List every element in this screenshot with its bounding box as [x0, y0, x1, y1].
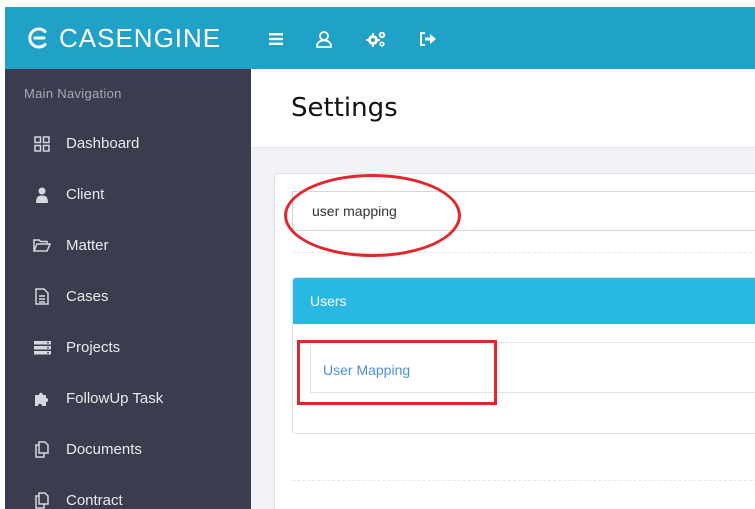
divider: [292, 252, 755, 253]
sidebar-item-label: Matter: [66, 237, 109, 254]
user-mapping-item[interactable]: User Mapping: [310, 342, 755, 393]
casengine-logo-icon: [28, 27, 47, 49]
sidebar-item-label: Cases: [66, 288, 109, 305]
sidebar-item-cases[interactable]: Cases: [5, 271, 251, 322]
users-panel: Users User Mapping: [292, 277, 755, 434]
page-header: Settings: [251, 69, 755, 148]
sidebar-item-label: Contract: [66, 492, 123, 509]
menu-icon[interactable]: [263, 26, 289, 52]
divider: [292, 480, 755, 481]
sidebar-item-dashboard[interactable]: Dashboard: [5, 118, 251, 169]
brand[interactable]: CASENGINE: [27, 22, 221, 54]
page-title: Settings: [291, 93, 398, 123]
sidebar-item-matter[interactable]: Matter: [5, 220, 251, 271]
sidebar-item-label: Client: [66, 186, 105, 203]
brand-name: CASENGINE: [59, 22, 222, 53]
copy-icon: [33, 492, 51, 509]
sidebar-item-label: Projects: [66, 339, 121, 356]
sidebar-item-label: Dashboard: [66, 135, 140, 152]
sidebar: Main Navigation Dashboard Client Matter …: [5, 69, 251, 509]
sidebar-item-projects[interactable]: Projects: [5, 322, 251, 373]
user-icon: [33, 186, 51, 204]
nav-heading: Main Navigation: [24, 86, 122, 101]
user-mapping-link[interactable]: User Mapping: [323, 362, 410, 378]
main-content: Settings Users User Mapping: [251, 69, 755, 509]
folder-open-icon: [33, 237, 51, 255]
logout-icon[interactable]: [415, 26, 441, 52]
sidebar-item-client[interactable]: Client: [5, 169, 251, 220]
sidebar-item-followup-task[interactable]: FollowUp Task: [5, 373, 251, 424]
settings-card: Users User Mapping: [274, 173, 755, 509]
server-icon: [33, 339, 51, 357]
user-icon[interactable]: [311, 26, 337, 52]
users-panel-header: Users: [293, 278, 755, 324]
puzzle-icon: [33, 390, 51, 408]
grid-icon: [33, 135, 51, 153]
sidebar-item-documents[interactable]: Documents: [5, 424, 251, 475]
copy-icon: [33, 441, 51, 459]
sidebar-item-label: Documents: [66, 441, 142, 458]
sidebar-item-label: FollowUp Task: [66, 390, 164, 407]
app-window: CASENGINE Main Navigation Dashboard Clie…: [0, 0, 755, 509]
users-panel-title: Users: [310, 293, 347, 309]
settings-gears-icon[interactable]: [363, 26, 389, 52]
document-icon: [33, 288, 51, 306]
settings-search-input[interactable]: [292, 191, 755, 231]
sidebar-item-contract[interactable]: Contract: [5, 475, 251, 509]
top-bar: CASENGINE: [5, 7, 755, 69]
